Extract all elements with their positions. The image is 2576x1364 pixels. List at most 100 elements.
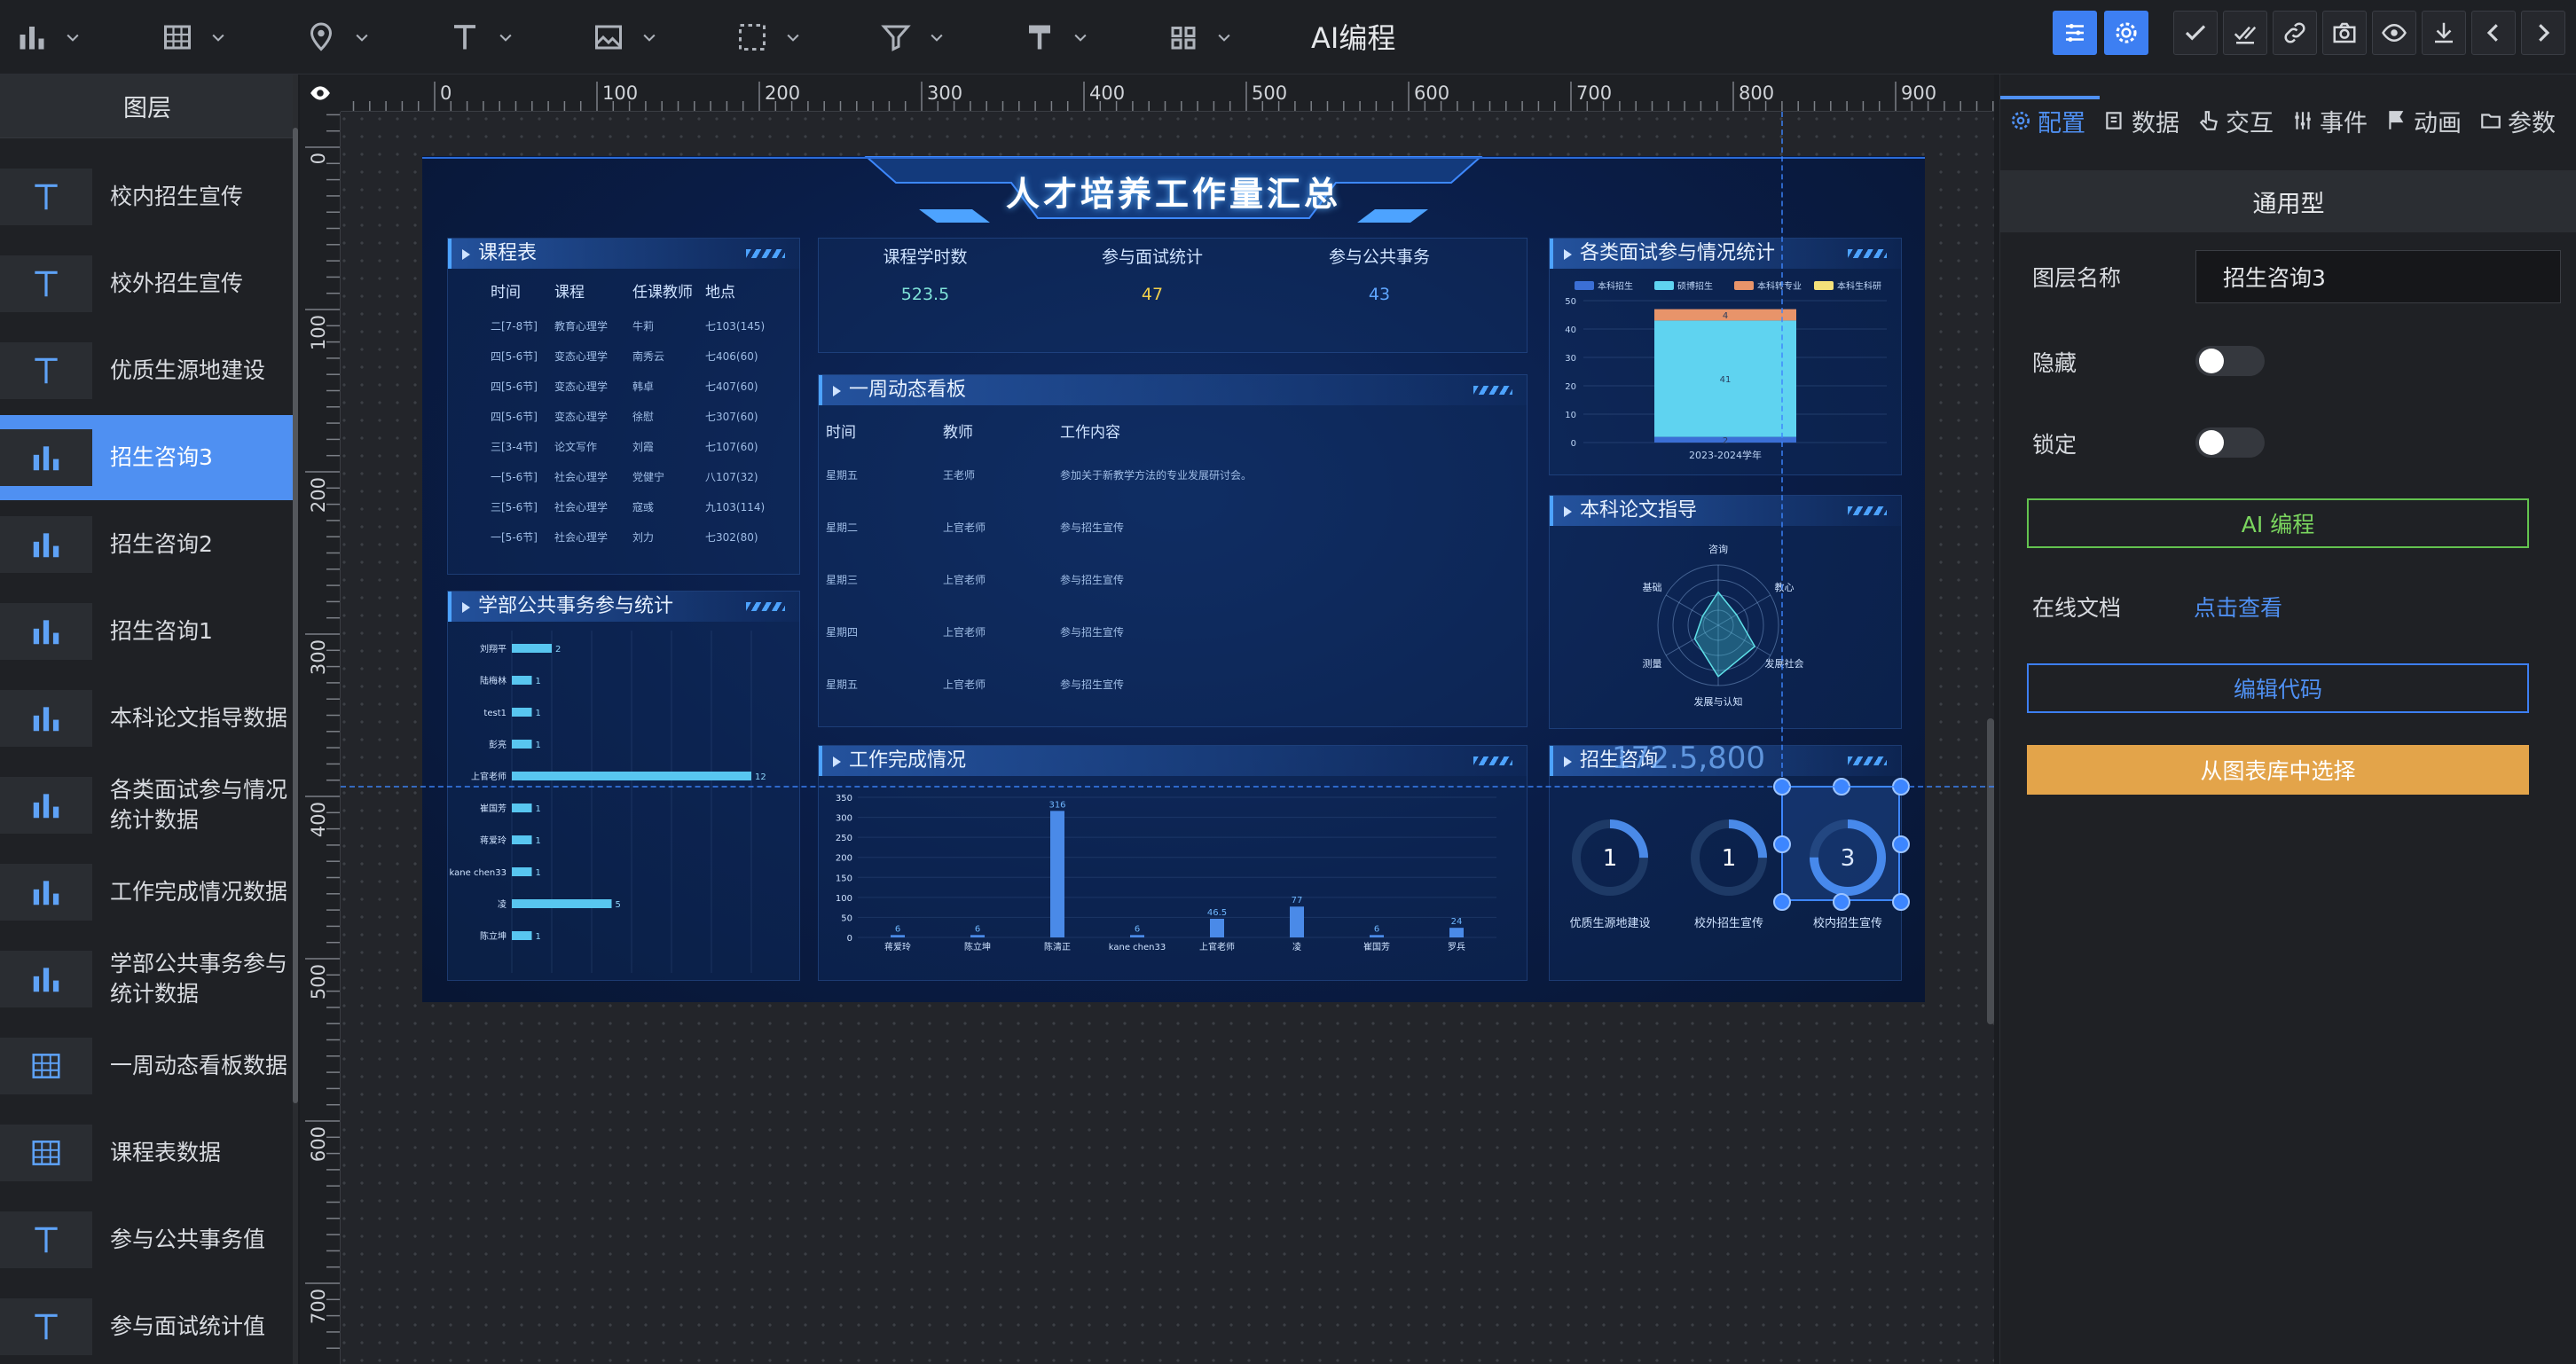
edit-code-button[interactable]: 编辑代码 <box>2027 663 2529 713</box>
segment-label: 4 <box>1723 311 1728 321</box>
dashboard-screen[interactable]: 人才培养工作量汇总 课程表 时间 课程 任课教师 地点 二[7-8节] 教育心理学 牛莉 七1… <box>422 156 1925 1002</box>
bar-value-label: 1 <box>536 709 541 718</box>
layer-item[interactable]: 参与公共事务值 <box>0 1197 295 1282</box>
resize-handle[interactable] <box>1773 893 1791 911</box>
layer-item[interactable]: 招生咨询3 <box>0 415 295 500</box>
layer-item[interactable]: 课程表数据 <box>0 1110 295 1195</box>
layer-item[interactable]: 本科论文指导数据 <box>0 676 295 761</box>
tab-folder[interactable]: 参数 <box>2470 99 2564 142</box>
horizontal-guide-line <box>341 786 1994 788</box>
layer-item-label: 优质生源地建设 <box>110 357 266 383</box>
preview-button[interactable] <box>2372 11 2416 55</box>
bar <box>1449 928 1464 937</box>
layer-item-label: 参与面试统计值 <box>110 1313 266 1339</box>
table-cell: 七307(60) <box>705 411 758 423</box>
screenshot-button[interactable] <box>2322 11 2367 55</box>
filter-tool[interactable] <box>880 18 946 57</box>
resize-handle[interactable] <box>1892 893 1910 911</box>
chart-tool[interactable] <box>16 18 82 57</box>
paint-tool[interactable] <box>1024 18 1089 57</box>
layer-item-label: 工作完成情况数据 <box>110 879 288 905</box>
title-decor <box>1848 756 1887 765</box>
view-doc-link[interactable]: 点击查看 <box>2194 591 2282 623</box>
lock-toggle[interactable] <box>2195 427 2265 458</box>
properties-tabs: 配置 数据 交互 事件 动画 参数 <box>2000 99 2576 142</box>
ring-value: 1 <box>1722 845 1737 872</box>
table-cell: 七107(60) <box>705 441 758 453</box>
table-header-cell: 地点 <box>705 284 735 302</box>
resize-handle[interactable] <box>1833 893 1850 911</box>
eye-icon <box>310 86 330 100</box>
title-decor <box>1473 386 1512 395</box>
frame-tool[interactable] <box>736 18 802 57</box>
config-panel-button[interactable] <box>2053 11 2097 55</box>
bar <box>512 740 532 749</box>
check-all-button[interactable] <box>2223 11 2267 55</box>
layer-item[interactable]: 各类面试参与情况统计数据 <box>0 763 295 848</box>
layer-item[interactable]: 工作完成情况数据 <box>0 850 295 935</box>
text-tool[interactable] <box>449 18 514 57</box>
scrollbar-thumb[interactable] <box>293 128 298 1103</box>
sliders-icon <box>2295 112 2311 129</box>
bar <box>1210 919 1224 937</box>
tab-gear[interactable]: 配置 <box>2000 99 2094 142</box>
layer-item[interactable]: 校内招生宣传 <box>0 154 295 239</box>
ruler-visibility-toggle[interactable] <box>300 74 341 112</box>
tab-pointer[interactable]: 交互 <box>2188 99 2282 142</box>
tab-label: 配置 <box>2038 109 2085 137</box>
map-tool[interactable] <box>305 18 371 57</box>
layer-item[interactable]: 校外招生宣传 <box>0 241 295 326</box>
lock-label: 锁定 <box>2032 432 2077 458</box>
link-button[interactable] <box>2273 11 2317 55</box>
layer-item[interactable]: 招生咨询2 <box>0 502 295 587</box>
layer-list-scrollbar[interactable] <box>293 74 298 1364</box>
bar-value-label: 1 <box>536 677 541 686</box>
settings-button[interactable] <box>2104 11 2148 55</box>
layer-item[interactable]: 学部公共事务参与统计数据 <box>0 937 295 1022</box>
download-button[interactable] <box>2422 11 2466 55</box>
chevron-down-icon <box>499 34 512 42</box>
layer-item[interactable]: 优质生源地建设 <box>0 328 295 413</box>
table-cell: 韩卓 <box>632 380 655 393</box>
redo-button[interactable] <box>2521 11 2565 55</box>
bar-category-label: kane chen33 <box>1109 943 1166 952</box>
hide-toggle[interactable] <box>2195 346 2265 376</box>
choose-from-library-button[interactable]: 从图表库中选择 <box>2027 745 2529 795</box>
tab-sliders[interactable]: 事件 <box>2282 99 2376 142</box>
resize-handle[interactable] <box>1773 835 1791 853</box>
layer-item-label: 本科论文指导数据 <box>110 705 288 731</box>
image-tool[interactable] <box>593 18 658 57</box>
layer-item[interactable]: 一周动态看板数据 <box>0 1023 295 1109</box>
undo-button[interactable] <box>2471 11 2516 55</box>
dashboard-title: 人才培养工作量汇总 <box>1005 175 1341 214</box>
confirm-button[interactable] <box>2173 11 2218 55</box>
layer-item[interactable]: 招生咨询1 <box>0 589 295 674</box>
chevron-right-icon <box>2539 24 2550 42</box>
bar <box>512 676 532 685</box>
tab-flag[interactable]: 动画 <box>2376 99 2470 142</box>
horizontal-ruler[interactable]: 0 100 200 300 400 500 600 700 800 900 <box>341 74 1994 112</box>
ai-programming-button[interactable]: AI 编程 <box>2027 498 2529 548</box>
bar <box>512 835 532 844</box>
ai-programming-title[interactable]: AI编程 <box>1311 16 1395 57</box>
table-icon <box>32 1141 60 1165</box>
layer-item[interactable]: 参与面试统计值 <box>0 1284 295 1364</box>
table-header-cell: 任课教师 <box>632 284 693 302</box>
canvas-scrollbar[interactable] <box>1987 718 1994 1024</box>
layer-item-label: 校内招生宣传 <box>110 184 244 209</box>
tab-database[interactable]: 数据 <box>2094 99 2188 142</box>
table-tool[interactable] <box>161 18 227 57</box>
bar <box>512 867 532 876</box>
layer-name-input[interactable] <box>2195 250 2561 303</box>
resize-handle[interactable] <box>1892 835 1910 853</box>
title-decor <box>746 602 785 611</box>
database-icon <box>2106 112 2122 129</box>
component-tool[interactable] <box>1167 18 1233 57</box>
layer-type-icon <box>0 690 92 747</box>
selection-box[interactable] <box>1773 778 1910 911</box>
table-cell: 三[3-4节] <box>491 441 538 453</box>
ring-value: 1 <box>1603 845 1618 872</box>
chevron-down-icon <box>643 34 656 42</box>
vertical-ruler[interactable]: 0 100 200 300 400 500 600 700 <box>300 112 341 1364</box>
interview-panel: 各类面试参与情况统计 本科招生 硕博招生 本科转专业 本科生科研 50 40 30 20 10 0… <box>1549 238 1902 475</box>
